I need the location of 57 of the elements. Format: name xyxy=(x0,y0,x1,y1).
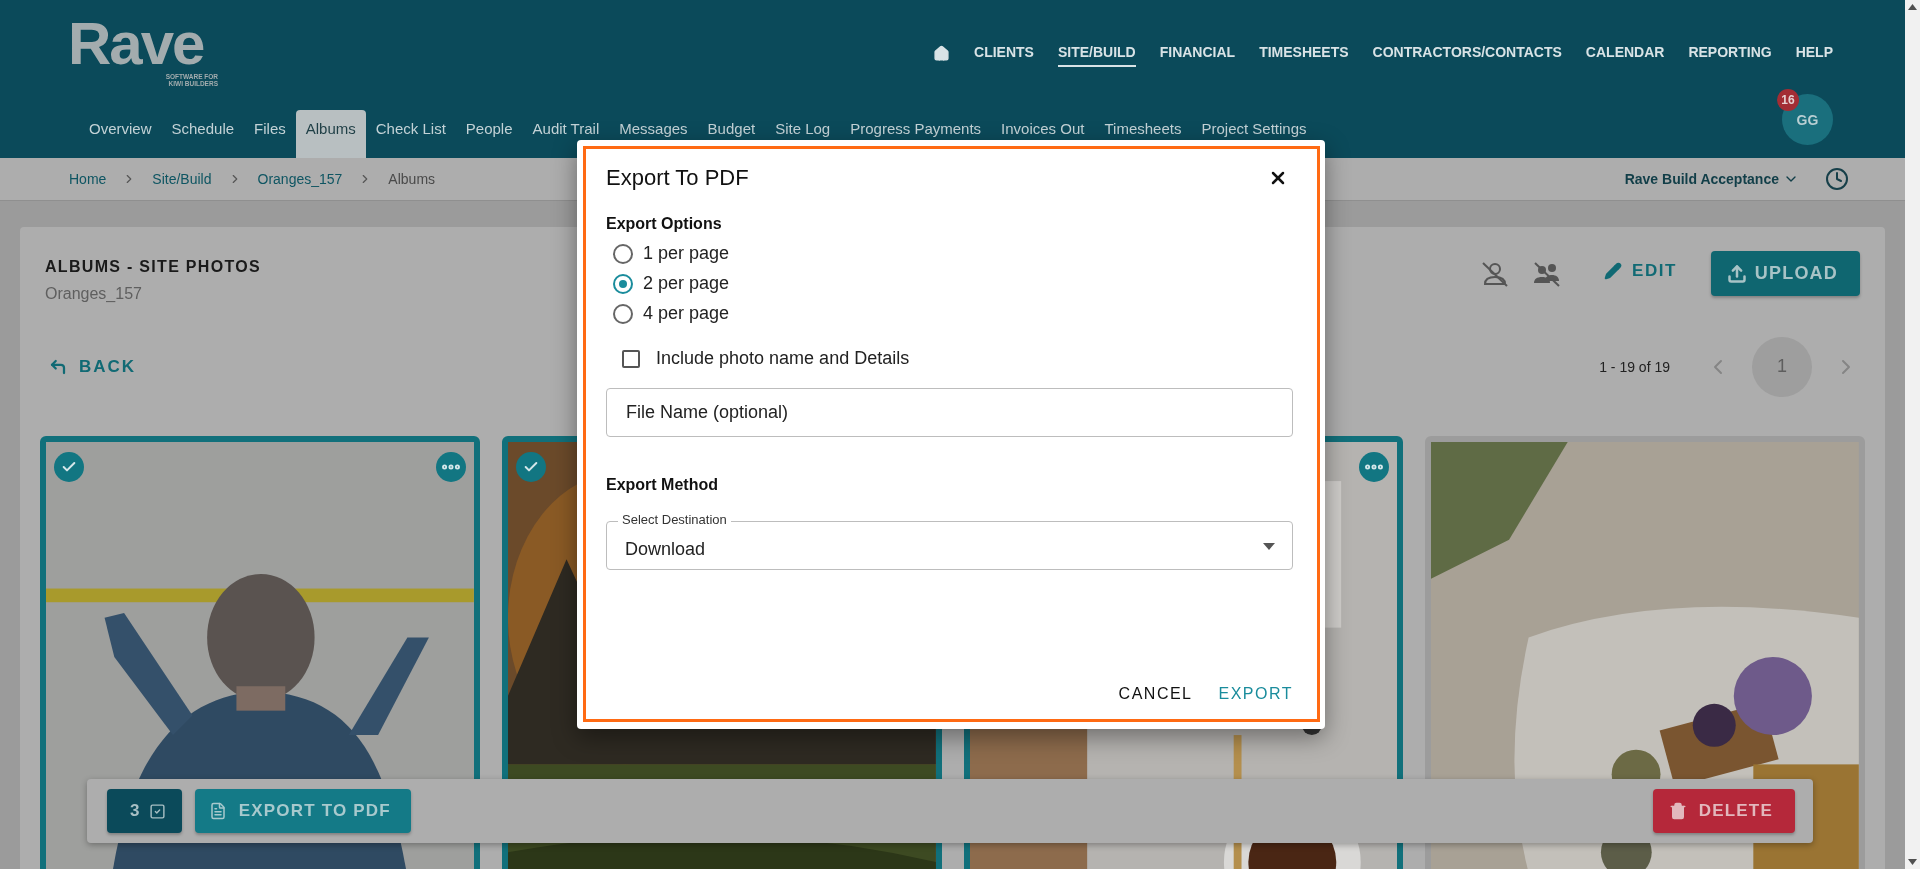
cancel-button[interactable]: CANCEL xyxy=(1118,685,1193,703)
radio-button[interactable] xyxy=(613,303,633,324)
option-label: 2 per page xyxy=(643,273,730,294)
delete-button[interactable]: DELETE xyxy=(1652,789,1795,833)
scroll-down-icon[interactable] xyxy=(1908,859,1917,865)
section-tab[interactable]: Check List xyxy=(365,110,456,158)
notification-badge: 16 xyxy=(1777,89,1799,111)
section-tab[interactable]: Overview xyxy=(79,110,162,158)
project-selector[interactable]: Rave Build Acceptance xyxy=(1624,171,1799,187)
export-button[interactable]: EXPORT xyxy=(1218,685,1293,703)
checkbox-icon xyxy=(148,802,166,820)
field-label: Select Destination xyxy=(618,512,731,527)
breadcrumb-link[interactable]: Oranges_157 xyxy=(257,171,343,187)
upload-button[interactable]: UPLOAD xyxy=(1710,251,1860,296)
pencil-icon xyxy=(1604,262,1623,280)
section-label: Export Options xyxy=(606,215,723,233)
album-subtitle: Oranges_157 xyxy=(45,285,143,303)
checkbox[interactable] xyxy=(622,349,640,368)
file-name-field[interactable]: File Name (optional) xyxy=(606,388,1293,437)
breadcrumb-link[interactable]: Home xyxy=(69,171,107,187)
select-value: Download xyxy=(625,539,706,560)
section-tab[interactable]: Schedule xyxy=(161,110,245,158)
nav-link[interactable]: CLIENTS xyxy=(974,44,1034,67)
nav-link[interactable]: CONTRACTORS/CONTACTS xyxy=(1372,44,1562,67)
dialog-title: Export To PDF xyxy=(606,165,749,191)
album-title: ALBUMS - SITE PHOTOS xyxy=(45,258,261,276)
breadcrumb-link[interactable]: Albums xyxy=(388,171,436,187)
trash-icon xyxy=(1668,802,1687,820)
nav-link[interactable]: FINANCIAL xyxy=(1159,44,1236,67)
nav-link[interactable]: SITE/BUILD xyxy=(1057,44,1136,67)
section-label: Export Method xyxy=(606,476,719,494)
destination-select[interactable]: Select Destination Download xyxy=(606,512,1293,570)
nav-link[interactable]: TIMESHEETS xyxy=(1259,44,1349,67)
radio-button[interactable] xyxy=(613,273,633,294)
caret-icon xyxy=(1263,543,1275,550)
scroll-up-icon[interactable] xyxy=(1908,4,1917,10)
back-arrow-icon xyxy=(49,357,67,376)
breadcrumb-link[interactable]: Site/Build xyxy=(152,171,212,187)
option-label: 4 per page xyxy=(643,303,730,324)
nav-link[interactable]: CALENDAR xyxy=(1585,44,1665,67)
selected-count-button[interactable]: 3 xyxy=(107,789,182,833)
section-tab[interactable]: Albums xyxy=(295,110,366,158)
logo-wordmark: Rave xyxy=(68,15,204,73)
pdf-file-icon xyxy=(208,802,227,820)
page-range: 1 - 19 of 19 xyxy=(1599,358,1670,375)
checkbox-label: Include photo name and Details xyxy=(656,348,910,369)
section-tab[interactable]: Audit Trail xyxy=(522,110,610,158)
scrollbar[interactable] xyxy=(1905,0,1920,869)
clock-icon[interactable] xyxy=(1825,167,1849,191)
section-tab[interactable]: Files xyxy=(244,110,296,158)
nav-link[interactable]: HELP xyxy=(1795,44,1833,67)
upload-icon xyxy=(1726,263,1747,284)
radio-button[interactable] xyxy=(613,243,633,264)
option-label: 1 per page xyxy=(643,243,730,264)
section-tab[interactable]: People xyxy=(455,110,523,158)
home-icon[interactable] xyxy=(933,44,950,62)
nav-link[interactable]: REPORTING xyxy=(1688,44,1772,67)
